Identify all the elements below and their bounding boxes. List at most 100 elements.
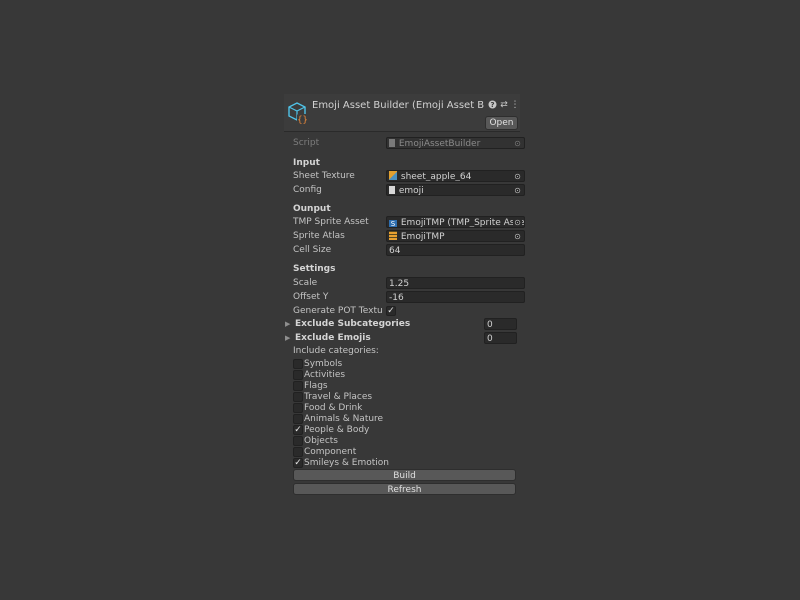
category-label: Smileys & Emotion	[304, 458, 389, 468]
svg-text:{}: {}	[297, 116, 308, 126]
tmp-sprite-asset-label: TMP Sprite Asset	[293, 217, 369, 227]
settings-section-title: Settings	[293, 264, 336, 274]
input-section-title: Input	[293, 158, 320, 168]
exclude-subcategories-count[interactable]: 0	[484, 318, 517, 330]
config-label: Config	[293, 185, 322, 195]
texture-icon	[389, 171, 397, 180]
category-checkbox[interactable]	[293, 414, 303, 424]
offset-y-row: Offset Y -16	[293, 291, 525, 304]
object-picker-icon[interactable]: ⊙	[513, 172, 522, 181]
category-checkbox[interactable]	[293, 436, 303, 446]
object-picker-icon[interactable]: ⊙	[513, 232, 522, 241]
category-checkbox[interactable]: ✓	[293, 458, 303, 468]
generate-pot-row: Generate POT Textu ✓	[293, 305, 517, 318]
generate-pot-label: Generate POT Textu	[293, 306, 383, 316]
offset-y-label: Offset Y	[293, 292, 329, 302]
exclude-emojis-count[interactable]: 0	[484, 332, 517, 344]
category-label: Activities	[304, 370, 346, 380]
category-label: Animals & Nature	[304, 414, 384, 424]
category-item-symbols[interactable]: Symbols	[293, 359, 493, 370]
category-item-objects[interactable]: Objects	[293, 436, 493, 447]
category-label: Flags	[304, 381, 328, 391]
foldout-arrow-icon[interactable]: ▶	[285, 332, 290, 345]
category-item-people-body[interactable]: ✓ People & Body	[293, 425, 493, 436]
sprite-atlas-icon	[389, 231, 397, 240]
sprite-asset-icon: S	[389, 220, 397, 228]
inspector-panel: {} Emoji Asset Builder (Emoji Asset Buil…	[284, 94, 525, 500]
preset-settings-icon[interactable]: ⇄	[499, 100, 509, 110]
category-item-travel-places[interactable]: Travel & Places	[293, 392, 493, 403]
sprite-atlas-row: Sprite Atlas EmojiTMP ⊙	[293, 230, 525, 243]
script-row: Script EmojiAssetBuilder ⊙	[293, 137, 525, 150]
context-menu-icon[interactable]: ⋮	[510, 100, 520, 110]
category-item-food-drink[interactable]: Food & Drink	[293, 403, 493, 414]
include-categories-text: Include categories:	[293, 346, 379, 356]
category-checkbox[interactable]	[293, 359, 303, 369]
component-header: {} Emoji Asset Builder (Emoji Asset Buil…	[284, 94, 520, 132]
sheet-texture-field[interactable]: sheet_apple_64 ⊙	[386, 170, 525, 182]
category-label: Objects	[304, 436, 339, 446]
script-value: EmojiAssetBuilder	[398, 139, 481, 149]
sprite-atlas-field[interactable]: EmojiTMP ⊙	[386, 230, 525, 242]
component-title: Emoji Asset Builder (Emoji Asset Builder…	[312, 100, 484, 111]
open-button[interactable]: Open	[485, 116, 518, 130]
script-file-icon	[389, 139, 395, 147]
output-section-title: Ounput	[293, 204, 331, 214]
scale-field[interactable]: 1.25	[386, 277, 525, 289]
script-field: EmojiAssetBuilder ⊙	[386, 137, 525, 149]
object-picker-icon: ⊙	[513, 139, 522, 148]
checkmark-icon: ✓	[294, 425, 302, 435]
category-label: Component	[304, 447, 357, 457]
category-label: Symbols	[304, 359, 343, 369]
checkmark-icon: ✓	[387, 306, 395, 316]
category-checkbox[interactable]	[293, 392, 303, 402]
category-checkbox[interactable]	[293, 370, 303, 380]
scale-row: Scale 1.25	[293, 277, 525, 290]
exclude-subcategories-label[interactable]: Exclude Subcategories	[295, 318, 410, 331]
offset-y-field[interactable]: -16	[386, 291, 525, 303]
exclude-emojis-row[interactable]: ▶ Exclude Emojis 0	[285, 332, 517, 345]
sprite-atlas-label: Sprite Atlas	[293, 231, 345, 241]
category-checkbox[interactable]	[293, 403, 303, 413]
sheet-texture-row: Sheet Texture sheet_apple_64 ⊙	[293, 170, 525, 183]
cell-size-label: Cell Size	[293, 245, 332, 255]
help-icon[interactable]: ?	[487, 100, 497, 110]
sheet-texture-label: Sheet Texture	[293, 171, 355, 181]
category-label: Food & Drink	[304, 403, 363, 413]
category-item-flags[interactable]: Flags	[293, 381, 493, 392]
cell-size-row: Cell Size 64	[293, 244, 525, 257]
category-item-activities[interactable]: Activities	[293, 370, 493, 381]
checkmark-icon: ✓	[294, 458, 302, 468]
category-checkbox[interactable]	[293, 447, 303, 457]
script-cube-icon: {}	[288, 102, 308, 126]
exclude-emojis-label[interactable]: Exclude Emojis	[295, 332, 371, 345]
category-checkbox[interactable]: ✓	[293, 425, 303, 435]
category-label: People & Body	[304, 425, 370, 435]
category-label: Travel & Places	[304, 392, 373, 402]
generate-pot-checkbox[interactable]: ✓	[386, 306, 396, 316]
object-picker-icon[interactable]: ⊙	[513, 218, 522, 227]
category-item-smileys-emotion[interactable]: ✓ Smileys & Emotion	[293, 458, 493, 469]
svg-text:?: ?	[490, 101, 494, 109]
sheet-texture-value: sheet_apple_64	[400, 172, 472, 182]
cell-size-field[interactable]: 64	[386, 244, 525, 256]
config-field[interactable]: emoji ⊙	[386, 184, 525, 196]
tmp-sprite-asset-field[interactable]: S EmojiTMP (TMP_Sprite Asset) ⊙	[386, 216, 525, 228]
refresh-button[interactable]: Refresh	[293, 483, 516, 495]
build-button[interactable]: Build	[293, 469, 516, 481]
scale-label: Scale	[293, 278, 318, 288]
exclude-subcategories-row[interactable]: ▶ Exclude Subcategories 0	[285, 318, 517, 331]
sprite-atlas-value: EmojiTMP	[400, 232, 445, 242]
include-categories-label: Include categories:	[293, 345, 517, 358]
object-picker-icon[interactable]: ⊙	[513, 186, 522, 195]
config-value: emoji	[398, 186, 424, 196]
config-row: Config emoji ⊙	[293, 184, 525, 197]
foldout-arrow-icon[interactable]: ▶	[285, 318, 290, 331]
category-item-component[interactable]: Component	[293, 447, 493, 458]
script-label: Script	[293, 138, 320, 148]
text-asset-icon	[389, 186, 395, 194]
category-checkbox[interactable]	[293, 381, 303, 391]
tmp-sprite-asset-value: EmojiTMP (TMP_Sprite Asset)	[400, 218, 525, 228]
category-item-animals-nature[interactable]: Animals & Nature	[293, 414, 493, 425]
tmp-sprite-asset-row: TMP Sprite Asset S EmojiTMP (TMP_Sprite …	[293, 216, 525, 229]
